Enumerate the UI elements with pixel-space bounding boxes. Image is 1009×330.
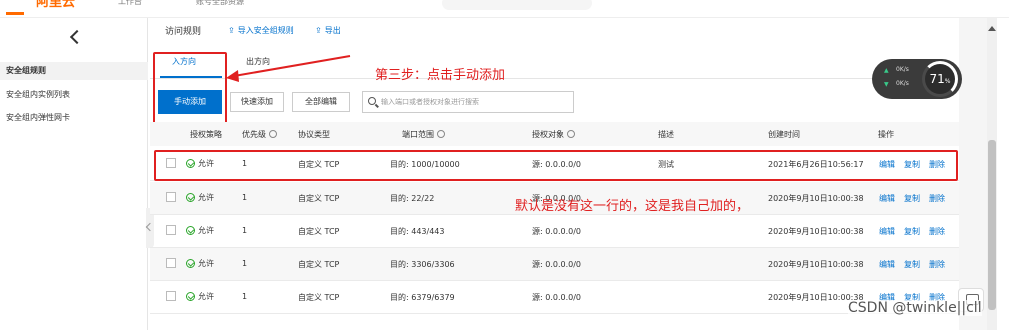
- col-priority: 优先级: [242, 129, 277, 140]
- row-checkbox[interactable]: [166, 192, 176, 202]
- upload-icon: ⇪: [228, 26, 235, 35]
- port-range: 目的: 22/22: [390, 194, 435, 203]
- auth-object: 源: 0.0.0.0/0: [532, 260, 582, 269]
- annotation-step3: 第三步：点击手动添加: [375, 68, 506, 83]
- created-time: 2020年9月10日10:00:38: [768, 260, 864, 269]
- menu-icon[interactable]: [0, 0, 30, 18]
- delete-link[interactable]: 删除: [929, 226, 945, 237]
- info-icon[interactable]: [567, 130, 575, 138]
- info-icon[interactable]: [437, 130, 445, 138]
- edit-link[interactable]: 编辑: [879, 193, 895, 204]
- priority: 1: [242, 226, 248, 235]
- delete-link[interactable]: 删除: [929, 259, 945, 270]
- protocol: 自定义 TCP: [298, 194, 340, 203]
- policy-allow: 允许: [186, 192, 214, 203]
- policy-allow: 允许: [186, 291, 214, 302]
- sidebar-item-security-group-rules[interactable]: 安全组规则: [0, 62, 148, 80]
- download-rate: 0K/s: [896, 80, 909, 87]
- quick-add-button[interactable]: 快速添加: [230, 92, 284, 112]
- row-checkbox[interactable]: [166, 258, 176, 268]
- info-icon[interactable]: [269, 130, 277, 138]
- copy-link[interactable]: 复制: [904, 226, 920, 237]
- scroll-up-icon[interactable]: [988, 26, 996, 31]
- protocol: 自定义 TCP: [298, 293, 340, 302]
- policy-allow: 允许: [186, 225, 214, 236]
- annotation-note: 默认是没有这一行的，这是我自己加的，: [515, 199, 750, 214]
- copy-link[interactable]: 复制: [904, 193, 920, 204]
- port-range: 目的: 443/443: [390, 227, 445, 236]
- col-created: 创建时间: [768, 130, 800, 139]
- edit-link[interactable]: 编辑: [879, 226, 895, 237]
- edit-link[interactable]: 编辑: [879, 259, 895, 270]
- created-time: 2020年9月10日10:00:38: [768, 227, 864, 236]
- check-circle-icon: [186, 193, 195, 202]
- rule-search-input[interactable]: 输入端口或者授权对象进行搜索: [362, 91, 574, 113]
- annotation-arrow: [226, 55, 351, 82]
- workbench-link[interactable]: 工作台: [118, 0, 142, 10]
- network-speed-widget[interactable]: ▲ 0K/s ▼ 0K/s 71%: [872, 59, 962, 99]
- export-link[interactable]: ⇪ 导出: [315, 25, 341, 36]
- top-navbar: 阿里云 工作台 账号全部资源: [0, 0, 1009, 18]
- table-row: 允许 1 自定义 TCP 目的: 6379/6379 源: 0.0.0.0/0 …: [150, 281, 960, 314]
- account-resources-dropdown[interactable]: 账号全部资源: [196, 0, 244, 10]
- edit-all-button[interactable]: 全部编辑: [292, 92, 350, 112]
- priority: 1: [242, 193, 248, 202]
- protocol: 自定义 TCP: [298, 227, 340, 236]
- scrollbar-thumb[interactable]: [988, 140, 996, 310]
- aliyun-logo[interactable]: 阿里云: [36, 0, 75, 16]
- table-row: 允许 1 自定义 TCP 目的: 443/443 源: 0.0.0.0/0 20…: [150, 215, 960, 248]
- download-arrow-icon: ▼: [884, 81, 889, 88]
- right-gutter: [959, 18, 987, 330]
- auth-object: 源: 0.0.0.0/0: [532, 293, 582, 302]
- download-icon: ⇪: [315, 26, 322, 35]
- col-policy: 授权策略: [190, 130, 222, 139]
- policy-allow: 允许: [186, 258, 214, 269]
- back-chevron-icon[interactable]: [68, 30, 82, 44]
- upload-rate: 0K/s: [896, 66, 909, 73]
- copy-link[interactable]: 复制: [904, 259, 920, 270]
- col-description: 描述: [658, 130, 674, 139]
- sidebar-item-instance-list[interactable]: 安全组内实例列表: [0, 86, 148, 104]
- col-object: 授权对象: [532, 129, 575, 140]
- search-placeholder: 输入端口或者授权对象进行搜索: [381, 98, 479, 106]
- annotation-box-step3: [153, 52, 227, 126]
- col-protocol: 协议类型: [298, 130, 330, 139]
- row-checkbox[interactable]: [166, 291, 176, 301]
- global-search-input[interactable]: [442, 0, 592, 10]
- auth-object: 源: 0.0.0.0/0: [532, 227, 582, 236]
- col-port: 端口范围: [402, 129, 445, 140]
- section-title: 访问规则: [165, 27, 202, 37]
- table-row: 允许 1 自定义 TCP 目的: 3306/3306 源: 0.0.0.0/0 …: [150, 248, 960, 281]
- usage-gauge: 71%: [922, 61, 958, 97]
- priority: 1: [242, 292, 248, 301]
- search-icon: [368, 97, 376, 105]
- priority: 1: [242, 259, 248, 268]
- check-circle-icon: [186, 292, 195, 301]
- col-actions: 操作: [878, 130, 894, 139]
- protocol: 自定义 TCP: [298, 260, 340, 269]
- created-time: 2020年9月10日10:00:38: [768, 194, 864, 203]
- table-header: 授权策略 优先级 协议类型 端口范围 授权对象 描述 创建时间 操作: [150, 122, 960, 146]
- port-range: 目的: 3306/3306: [390, 260, 455, 269]
- upload-arrow-icon: ▲: [884, 67, 889, 74]
- delete-link[interactable]: 删除: [929, 193, 945, 204]
- watermark: CSDN @twinkle||cll: [848, 300, 982, 316]
- sidebar-item-elastic-nic[interactable]: 安全组内弹性网卡: [0, 109, 148, 127]
- check-circle-icon: [186, 259, 195, 268]
- row-checkbox[interactable]: [166, 225, 176, 235]
- annotation-box-row: [154, 150, 958, 181]
- check-circle-icon: [186, 226, 195, 235]
- port-range: 目的: 6379/6379: [390, 293, 455, 302]
- import-rules-link[interactable]: ⇪ 导入安全组规则: [228, 25, 294, 36]
- sidebar: 安全组规则 安全组内实例列表 安全组内弹性网卡: [0, 18, 148, 330]
